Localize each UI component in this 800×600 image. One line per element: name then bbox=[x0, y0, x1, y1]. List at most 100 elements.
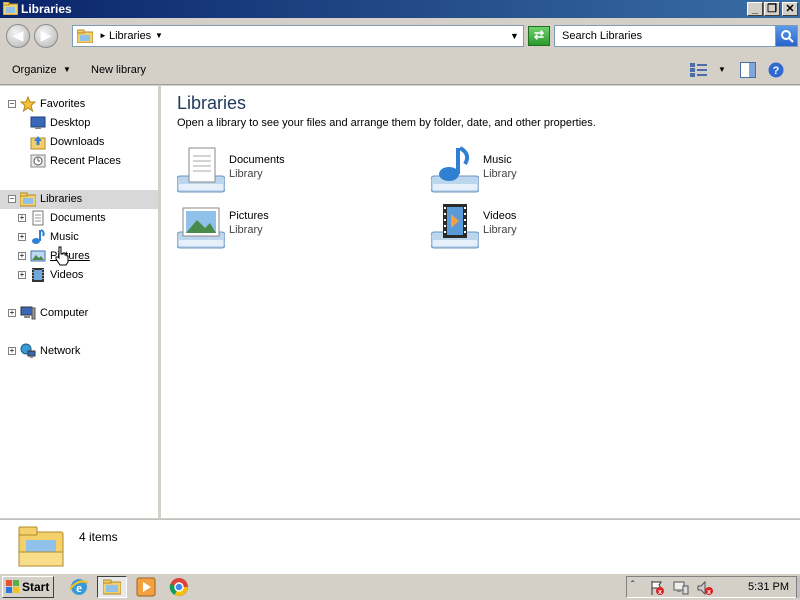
library-name: Music bbox=[483, 154, 512, 166]
details-pane: 4 items bbox=[0, 519, 800, 573]
breadcrumb-dropdown-icon[interactable]: ▼ bbox=[155, 31, 163, 40]
nav-desktop[interactable]: Desktop bbox=[0, 114, 158, 133]
search-button[interactable] bbox=[775, 26, 797, 46]
library-type: Library bbox=[229, 168, 263, 180]
library-name: Documents bbox=[229, 154, 285, 166]
navigation-pane: − Favorites Desktop Downloads Recent Pla… bbox=[0, 86, 159, 518]
nav-libraries[interactable]: − Libraries bbox=[0, 190, 158, 209]
nav-favorites[interactable]: − Favorites bbox=[0, 95, 158, 114]
network-icon bbox=[20, 343, 36, 358]
show-desktop-button[interactable] bbox=[796, 576, 800, 598]
expand-icon[interactable]: + bbox=[18, 233, 26, 241]
restore-button[interactable]: ❐ bbox=[764, 2, 780, 16]
libraries-folder-icon bbox=[20, 192, 36, 207]
nav-favorites-label: Favorites bbox=[40, 98, 86, 110]
internet-explorer-icon[interactable]: e bbox=[68, 576, 90, 598]
nav-music-label: Music bbox=[50, 231, 79, 243]
library-type: Library bbox=[483, 168, 517, 180]
nav-recent-places-label: Recent Places bbox=[50, 155, 121, 167]
videos-library-icon bbox=[431, 204, 479, 249]
svg-text:?: ? bbox=[773, 65, 780, 77]
nav-pictures[interactable]: + Pictures bbox=[0, 247, 158, 266]
svg-text:x: x bbox=[707, 589, 711, 596]
search-input[interactable]: Search Libraries bbox=[554, 25, 798, 47]
computer-icon bbox=[20, 306, 36, 320]
title-bar[interactable]: Libraries _ ❐ ✕ bbox=[0, 0, 800, 18]
address-row: ◀ ▶ ► Libraries ▼ ▼ ⇄ Search Libraries bbox=[0, 18, 800, 55]
organize-dropdown-icon[interactable]: ▼ bbox=[63, 65, 71, 74]
nav-downloads-label: Downloads bbox=[50, 136, 105, 148]
expand-icon[interactable]: + bbox=[8, 347, 16, 355]
breadcrumb-separator-icon[interactable]: ► bbox=[99, 31, 107, 40]
nav-videos-label: Videos bbox=[50, 269, 84, 281]
preview-pane-icon[interactable] bbox=[740, 62, 756, 78]
taskbar-explorer-button[interactable] bbox=[97, 576, 127, 598]
breadcrumb-libraries[interactable]: Libraries bbox=[109, 30, 151, 42]
expand-icon[interactable]: + bbox=[18, 271, 26, 279]
library-name: Videos bbox=[483, 210, 517, 222]
nav-videos[interactable]: + Videos bbox=[0, 266, 158, 285]
start-button[interactable]: Start bbox=[2, 576, 54, 598]
library-item-videos[interactable]: Videos Library bbox=[431, 202, 671, 252]
view-options-dropdown-icon[interactable]: ▼ bbox=[718, 65, 726, 74]
page-title: Libraries bbox=[177, 93, 247, 113]
help-icon[interactable]: ? bbox=[768, 62, 784, 78]
library-item-music[interactable]: Music Library bbox=[431, 146, 671, 196]
expand-icon[interactable]: + bbox=[18, 252, 26, 260]
collapse-icon[interactable]: − bbox=[8, 100, 16, 108]
action-center-icon[interactable]: x bbox=[649, 580, 665, 596]
library-item-documents[interactable]: Documents Library bbox=[177, 146, 417, 196]
address-history-dropdown-icon[interactable]: ▼ bbox=[510, 31, 519, 41]
svg-text:x: x bbox=[658, 589, 662, 596]
minimize-button[interactable]: _ bbox=[747, 2, 763, 16]
chrome-icon[interactable] bbox=[168, 576, 190, 598]
libraries-folder-icon bbox=[3, 2, 18, 15]
nav-computer[interactable]: + Computer bbox=[0, 304, 158, 323]
downloads-icon bbox=[30, 136, 46, 150]
new-library-button[interactable]: New library bbox=[91, 64, 146, 76]
content-pane: Libraries Open a library to see your fil… bbox=[161, 86, 800, 518]
change-view-icon[interactable] bbox=[690, 63, 708, 77]
library-type: Library bbox=[229, 224, 263, 236]
library-name: Pictures bbox=[229, 210, 269, 222]
desktop-icon bbox=[30, 116, 46, 129]
show-hidden-icons-icon[interactable]: ˆ bbox=[631, 580, 634, 591]
nav-music[interactable]: + Music bbox=[0, 228, 158, 247]
nav-documents[interactable]: + Documents bbox=[0, 209, 158, 228]
expand-icon[interactable]: + bbox=[18, 214, 26, 222]
expand-icon[interactable]: + bbox=[8, 309, 16, 317]
organize-button[interactable]: Organize bbox=[12, 64, 57, 76]
search-icon bbox=[781, 30, 794, 43]
page-subtitle: Open a library to see your files and arr… bbox=[177, 117, 596, 129]
nav-recent-places[interactable]: Recent Places bbox=[0, 152, 158, 171]
libraries-folder-icon bbox=[77, 29, 93, 43]
star-icon bbox=[20, 96, 36, 112]
music-note-icon bbox=[32, 229, 45, 244]
nav-network[interactable]: + Network bbox=[0, 342, 158, 361]
address-bar[interactable]: ► Libraries ▼ ▼ bbox=[72, 25, 524, 47]
back-arrow-icon: ◀ bbox=[12, 27, 24, 43]
explorer-folder-icon bbox=[103, 579, 121, 595]
forward-button[interactable]: ▶ bbox=[34, 24, 58, 48]
command-bar: Organize ▼ New library ▼ ? bbox=[0, 55, 800, 85]
pictures-library-icon bbox=[177, 207, 225, 249]
media-player-icon[interactable] bbox=[135, 576, 157, 598]
close-button[interactable]: ✕ bbox=[782, 2, 798, 16]
search-placeholder: Search Libraries bbox=[562, 30, 643, 42]
refresh-button[interactable]: ⇄ bbox=[528, 26, 550, 46]
refresh-icon: ⇄ bbox=[533, 28, 545, 42]
network-status-icon[interactable] bbox=[673, 580, 689, 596]
pictures-icon bbox=[30, 250, 46, 262]
volume-muted-icon[interactable]: x bbox=[697, 580, 713, 596]
clock[interactable]: 5:31 PM bbox=[748, 581, 789, 593]
item-count: 4 items bbox=[79, 530, 118, 544]
nav-computer-label: Computer bbox=[40, 307, 89, 319]
library-item-pictures[interactable]: Pictures Library bbox=[177, 202, 417, 252]
collapse-icon[interactable]: − bbox=[8, 195, 16, 203]
taskbar: Start e ˆ x x 5:31 PM bbox=[0, 573, 800, 600]
back-button[interactable]: ◀ bbox=[6, 24, 30, 48]
nav-desktop-label: Desktop bbox=[50, 117, 91, 129]
nav-downloads[interactable]: Downloads bbox=[0, 133, 158, 152]
documents-icon bbox=[32, 210, 44, 226]
recent-places-icon bbox=[30, 154, 46, 168]
